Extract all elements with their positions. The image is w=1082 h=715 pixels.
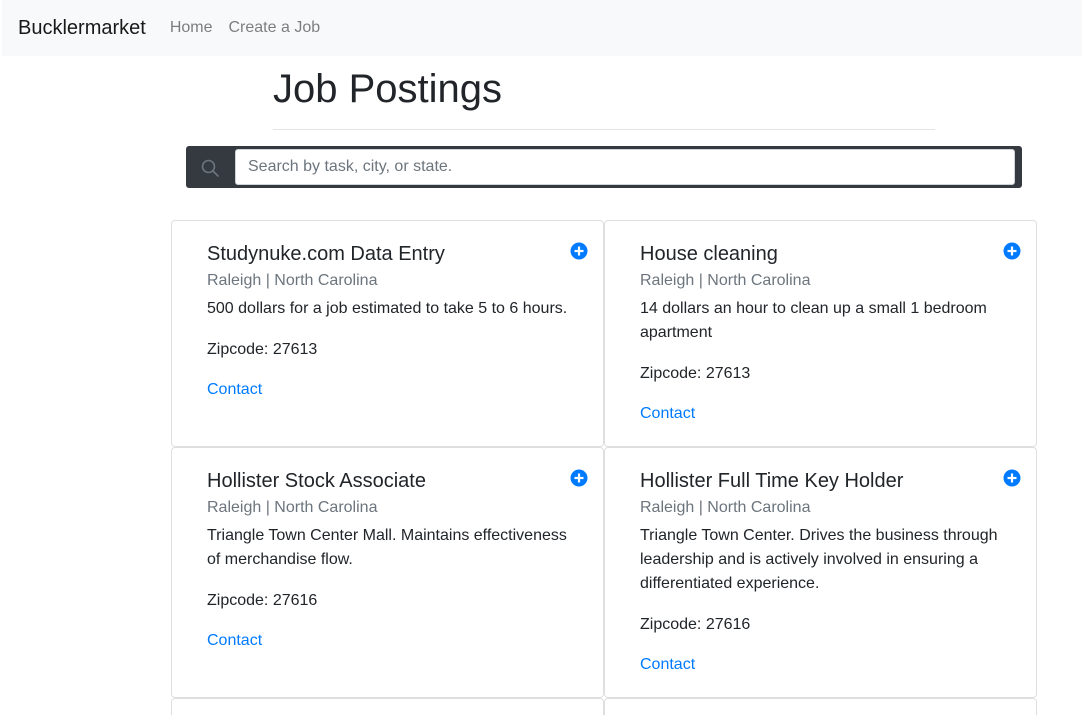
job-zipcode: Zipcode: 27616 [640, 613, 750, 637]
search-icon [201, 159, 219, 177]
zipcode-label: Zipcode: [207, 592, 269, 609]
contact-link[interactable]: Contact [207, 629, 262, 653]
job-description: 14 dollars an hour to clean up a small 1… [640, 300, 987, 341]
job-zipcode: Zipcode: 27613 [207, 338, 317, 362]
job-card [171, 698, 604, 715]
job-description: Triangle Town Center Mall. Maintains eff… [207, 527, 567, 568]
plus-circle-icon[interactable] [570, 242, 588, 260]
zipcode-label: Zipcode: [640, 365, 702, 382]
zipcode-label: Zipcode: [640, 616, 702, 633]
job-card: House cleaning Raleigh | North Carolina … [604, 220, 1037, 447]
job-description: 500 dollars for a job estimated to take … [207, 300, 568, 317]
zipcode-value: 27616 [705, 616, 751, 633]
contact-link[interactable]: Contact [640, 402, 695, 426]
job-zipcode: Zipcode: 27616 [207, 589, 317, 613]
job-location: Raleigh | North Carolina [640, 272, 811, 289]
brand-link[interactable]: Bucklermarket [18, 17, 146, 40]
zipcode-value: 27616 [272, 592, 318, 609]
nav-home-link[interactable]: Home [170, 19, 213, 37]
job-title: Hollister Stock Associate [207, 470, 426, 492]
zipcode-value: 27613 [705, 365, 751, 382]
job-card [604, 698, 1037, 715]
plus-circle-icon[interactable] [570, 469, 588, 487]
nav-create-job-link[interactable]: Create a Job [229, 19, 321, 37]
job-zipcode: Zipcode: 27613 [640, 362, 750, 386]
page-title: Job Postings [273, 67, 503, 111]
contact-link[interactable]: Contact [640, 653, 695, 677]
navbar: Bucklermarket Home Create a Job [2, 0, 1082, 56]
job-location: Raleigh | North Carolina [207, 499, 378, 516]
job-title: House cleaning [640, 243, 778, 265]
job-location: Raleigh | North Carolina [640, 499, 811, 516]
job-title: Studynuke.com Data Entry [207, 243, 445, 265]
zipcode-label: Zipcode: [207, 341, 269, 358]
job-description: Triangle Town Center. Drives the busines… [640, 527, 998, 592]
job-card: Studynuke.com Data Entry Raleigh | North… [171, 220, 604, 447]
job-location: Raleigh | North Carolina [207, 272, 378, 289]
job-title: Hollister Full Time Key Holder [640, 470, 904, 492]
zipcode-value: 27613 [272, 341, 318, 358]
title-divider [273, 129, 935, 130]
contact-link[interactable]: Contact [207, 378, 262, 402]
plus-circle-icon[interactable] [1003, 242, 1021, 260]
job-card: Hollister Stock Associate Raleigh | Nort… [171, 447, 604, 698]
job-card: Hollister Full Time Key Holder Raleigh |… [604, 447, 1037, 698]
search-bar [186, 146, 1022, 188]
search-input[interactable] [235, 149, 1015, 185]
plus-circle-icon[interactable] [1003, 469, 1021, 487]
